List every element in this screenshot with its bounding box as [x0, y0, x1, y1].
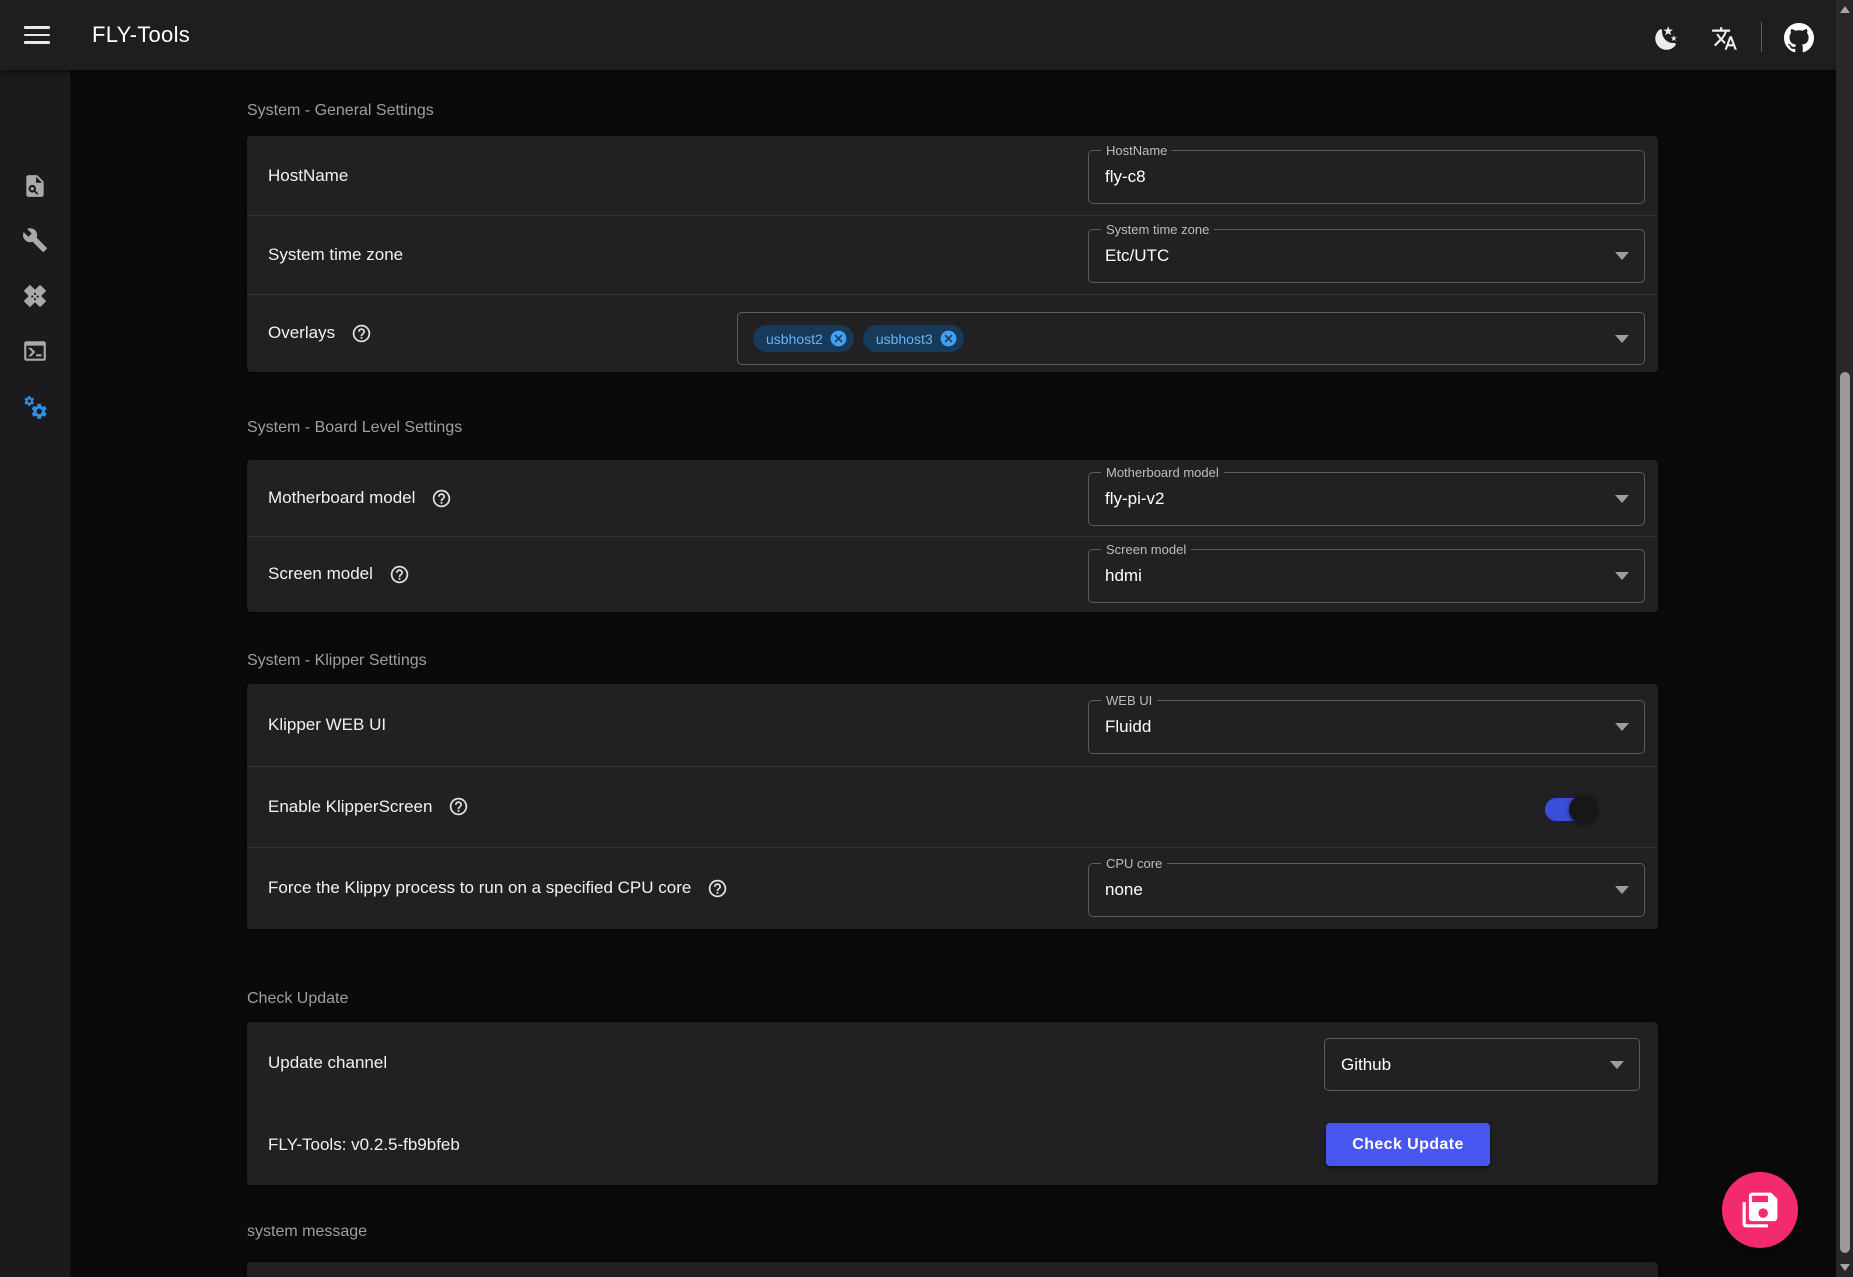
motherboard-label: Motherboard model [268, 488, 415, 508]
webui-value: Fluidd [1105, 717, 1151, 737]
overlays-select[interactable]: usbhost2 usbhost3 [737, 312, 1645, 365]
bandage-icon [22, 283, 48, 309]
card-board-settings: Motherboard model Screen model Motherboa… [247, 460, 1658, 612]
scroll-down-arrow-icon[interactable] [1840, 1264, 1850, 1271]
chevron-down-icon [1610, 1061, 1624, 1069]
chip-label: usbhost3 [876, 331, 933, 347]
help-icon[interactable] [389, 564, 410, 585]
cpucore-value: none [1105, 880, 1143, 900]
version-text: FLY-Tools: v0.2.5-fb9bfeb [268, 1135, 460, 1155]
sidebar-item-file-find[interactable] [22, 173, 48, 199]
dark-mode-icon[interactable] [1653, 25, 1680, 52]
cogs-icon [22, 394, 48, 420]
save-all-fab[interactable] [1722, 1172, 1798, 1248]
timezone-value: Etc/UTC [1105, 246, 1169, 266]
card-system-message [247, 1262, 1658, 1277]
chevron-down-icon [1615, 495, 1629, 503]
overlay-chip-group: usbhost2 usbhost3 [753, 313, 964, 364]
appbar-divider [1761, 22, 1762, 52]
chip-close-icon[interactable] [829, 329, 848, 348]
section-title-update: Check Update [247, 990, 348, 1008]
wrench-icon [22, 227, 48, 253]
webui-label: Klipper WEB UI [268, 715, 386, 735]
row-klipperscreen: Enable KlipperScreen [247, 766, 1658, 847]
sidebar-item-settings[interactable] [22, 394, 48, 420]
card-general-settings: HostName System time zone Overlays HostN… [247, 136, 1658, 372]
hostname-value: fly-c8 [1105, 167, 1146, 187]
help-icon[interactable] [351, 323, 372, 344]
screen-label: Screen model [268, 564, 373, 584]
chevron-down-icon [1615, 723, 1629, 731]
update-channel-value: Github [1341, 1055, 1391, 1075]
fly-tools-page: FLY-Tools System - General Settings [0, 0, 1853, 1277]
section-title-general: System - General Settings [247, 102, 434, 120]
screen-select[interactable]: Screen model hdmi [1088, 549, 1645, 603]
sidebar-item-patch[interactable] [22, 283, 48, 309]
webui-field-label: WEB UI [1101, 692, 1157, 709]
chip-close-icon[interactable] [939, 329, 958, 348]
timezone-field-label: System time zone [1101, 221, 1214, 238]
help-icon[interactable] [448, 796, 469, 817]
overlays-label: Overlays [268, 323, 335, 343]
timezone-select[interactable]: System time zone Etc/UTC [1088, 229, 1645, 283]
check-update-button[interactable]: Check Update [1326, 1123, 1490, 1166]
cpucore-select[interactable]: CPU core none [1088, 863, 1645, 917]
cpucore-field-label: CPU core [1101, 855, 1167, 872]
motherboard-value: fly-pi-v2 [1105, 489, 1165, 509]
hostname-field-label: HostName [1101, 142, 1172, 159]
sidebar-item-console[interactable] [22, 338, 48, 364]
github-icon[interactable] [1784, 23, 1814, 53]
scrollbar-thumb[interactable] [1840, 372, 1850, 1253]
console-icon [22, 338, 48, 364]
chip-label: usbhost2 [766, 331, 823, 347]
translate-icon[interactable] [1711, 25, 1738, 52]
motherboard-select[interactable]: Motherboard model fly-pi-v2 [1088, 472, 1645, 526]
overlay-chip[interactable]: usbhost2 [753, 325, 854, 352]
chevron-down-icon [1615, 572, 1629, 580]
klipperscreen-label: Enable KlipperScreen [268, 797, 432, 817]
hostname-input[interactable]: HostName fly-c8 [1088, 150, 1645, 204]
menu-icon[interactable] [24, 22, 50, 48]
motherboard-field-label: Motherboard model [1101, 464, 1224, 481]
scrollbar[interactable] [1836, 0, 1853, 1277]
overlay-chip[interactable]: usbhost3 [863, 325, 964, 352]
card-check-update: Update channel FLY-Tools: v0.2.5-fb9bfeb… [247, 1022, 1658, 1185]
screen-value: hdmi [1105, 566, 1142, 586]
sidebar-nav [0, 70, 70, 1277]
app-bar: FLY-Tools [0, 0, 1853, 70]
sidebar-item-tools[interactable] [22, 227, 48, 253]
save-all-icon [1741, 1191, 1779, 1229]
help-icon[interactable] [707, 878, 728, 899]
file-find-icon [22, 173, 48, 199]
screen-field-label: Screen model [1101, 541, 1191, 558]
card-klipper-settings: Klipper WEB UI Enable KlipperScreen Forc… [247, 684, 1658, 929]
update-channel-select[interactable]: Github [1324, 1038, 1640, 1091]
chevron-down-icon [1615, 886, 1629, 894]
cpucore-label: Force the Klippy process to run on a spe… [268, 878, 691, 898]
chevron-down-icon [1615, 252, 1629, 260]
chevron-down-icon [1615, 335, 1629, 343]
app-title: FLY-Tools [92, 0, 190, 70]
hostname-label: HostName [268, 166, 348, 186]
help-icon[interactable] [431, 488, 452, 509]
klipperscreen-toggle[interactable] [1545, 794, 1607, 824]
toggle-thumb [1569, 795, 1598, 824]
section-title-board: System - Board Level Settings [247, 419, 462, 437]
webui-select[interactable]: WEB UI Fluidd [1088, 700, 1645, 754]
update-channel-label: Update channel [268, 1053, 387, 1073]
section-title-message: system message [247, 1223, 367, 1241]
scroll-up-arrow-icon[interactable] [1840, 6, 1850, 13]
section-title-klipper: System - Klipper Settings [247, 652, 427, 670]
timezone-label: System time zone [268, 245, 403, 265]
